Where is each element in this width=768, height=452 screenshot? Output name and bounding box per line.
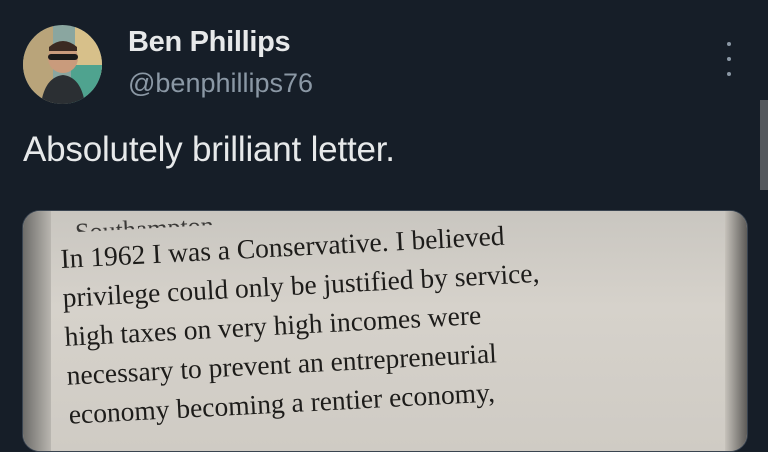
post-media-image[interactable]: Southampton In 1962 I was a Conservative… <box>22 210 748 452</box>
author-handle[interactable]: @benphillips76 <box>128 68 313 99</box>
user-avatar-photo-icon <box>23 25 102 104</box>
more-options-icon[interactable] <box>722 42 736 76</box>
author-display-name[interactable]: Ben Phillips <box>128 26 291 59</box>
page-shadow-left <box>23 211 51 451</box>
letter-text: Southampton In 1962 I was a Conservative… <box>59 211 747 434</box>
more-dot <box>727 42 731 46</box>
author-avatar[interactable] <box>23 25 102 104</box>
post-text: Absolutely brilliant letter. <box>23 130 395 169</box>
scrollbar[interactable] <box>760 100 768 190</box>
more-dot <box>727 57 731 61</box>
more-dot <box>727 72 731 76</box>
